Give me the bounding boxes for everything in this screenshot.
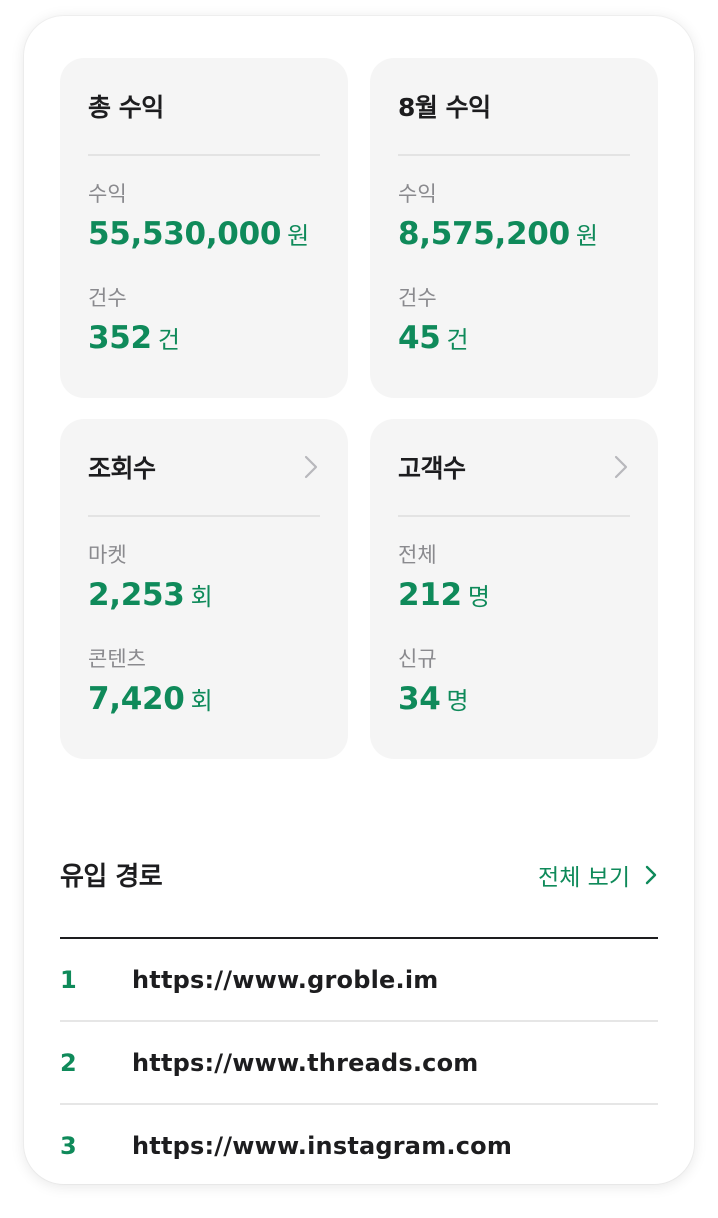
currency-unit: 원: [575, 222, 598, 250]
card-title: 고객수: [398, 454, 466, 483]
revenue-value: 55,530,000 원: [88, 216, 309, 252]
referrers-header: 유입 경로 전체 보기: [60, 856, 658, 893]
market-views-label: 마켓: [88, 543, 127, 567]
new-customers-amount: 34: [398, 681, 441, 717]
count-value: 352 건: [88, 320, 180, 356]
views-card[interactable]: 조회수 마켓 2,253 회 콘텐츠 7,420 회: [60, 419, 348, 759]
revenue-amount: 8,575,200: [398, 216, 570, 252]
list-item[interactable]: 1 https://www.groble.im: [60, 939, 658, 1022]
card-header[interactable]: 조회수: [88, 419, 320, 517]
customers-unit: 명: [446, 687, 469, 715]
new-customers-label: 신규: [398, 647, 437, 671]
views-unit: 회: [190, 583, 213, 611]
content-views-value: 7,420 회: [88, 681, 213, 717]
customers-card[interactable]: 고객수 전체 212 명 신규 34 명: [370, 419, 658, 759]
total-revenue-card: 총 수익 수익 55,530,000 원 건수 352 건: [60, 58, 348, 398]
rank-number: 1: [60, 965, 77, 994]
stats-panel: 총 수익 수익 55,530,000 원 건수 352 건 8월 수익 수익 8…: [24, 16, 694, 1184]
count-amount: 45: [398, 320, 441, 356]
total-customers-value: 212 명: [398, 577, 490, 613]
referrers-title: 유입 경로: [60, 862, 163, 892]
rank-number: 3: [60, 1131, 77, 1160]
rank-number: 2: [60, 1048, 77, 1077]
chevron-right-icon[interactable]: [302, 454, 320, 480]
referrer-url[interactable]: https://www.groble.im: [132, 966, 438, 994]
count-unit: 건: [157, 326, 180, 354]
view-all-label[interactable]: 전체 보기: [538, 858, 630, 892]
revenue-label: 수익: [398, 182, 437, 206]
chevron-right-icon[interactable]: [644, 864, 658, 886]
revenue-amount: 55,530,000: [88, 216, 282, 252]
market-views-value: 2,253 회: [88, 577, 213, 613]
card-title: 총 수익: [88, 93, 164, 122]
view-all-link[interactable]: 전체 보기: [538, 858, 658, 892]
new-customers-value: 34 명: [398, 681, 469, 717]
referrer-url[interactable]: https://www.threads.com: [132, 1049, 479, 1077]
referrer-list: 1 https://www.groble.im 2 https://www.th…: [60, 937, 658, 1186]
referrer-url[interactable]: https://www.instagram.com: [132, 1132, 512, 1160]
total-customers-label: 전체: [398, 543, 437, 567]
count-amount: 352: [88, 320, 152, 356]
content-views-amount: 7,420: [88, 681, 185, 717]
count-value: 45 건: [398, 320, 469, 356]
card-title: 8월 수익: [398, 93, 491, 122]
monthly-revenue-card: 8월 수익 수익 8,575,200 원 건수 45 건: [370, 58, 658, 398]
customers-unit: 명: [467, 583, 490, 611]
card-header: 총 수익: [88, 58, 320, 156]
total-customers-amount: 212: [398, 577, 462, 613]
list-item[interactable]: 3 https://www.instagram.com: [60, 1105, 658, 1186]
count-unit: 건: [446, 326, 469, 354]
chevron-right-icon[interactable]: [612, 454, 630, 480]
revenue-value: 8,575,200 원: [398, 216, 598, 252]
count-label: 건수: [88, 286, 127, 310]
count-label: 건수: [398, 286, 437, 310]
views-unit: 회: [190, 687, 213, 715]
currency-unit: 원: [287, 222, 310, 250]
revenue-label: 수익: [88, 182, 127, 206]
market-views-amount: 2,253: [88, 577, 185, 613]
card-header[interactable]: 고객수: [398, 419, 630, 517]
list-item[interactable]: 2 https://www.threads.com: [60, 1022, 658, 1105]
card-title: 조회수: [88, 454, 156, 483]
card-header: 8월 수익: [398, 58, 630, 156]
content-views-label: 콘텐츠: [88, 647, 146, 671]
